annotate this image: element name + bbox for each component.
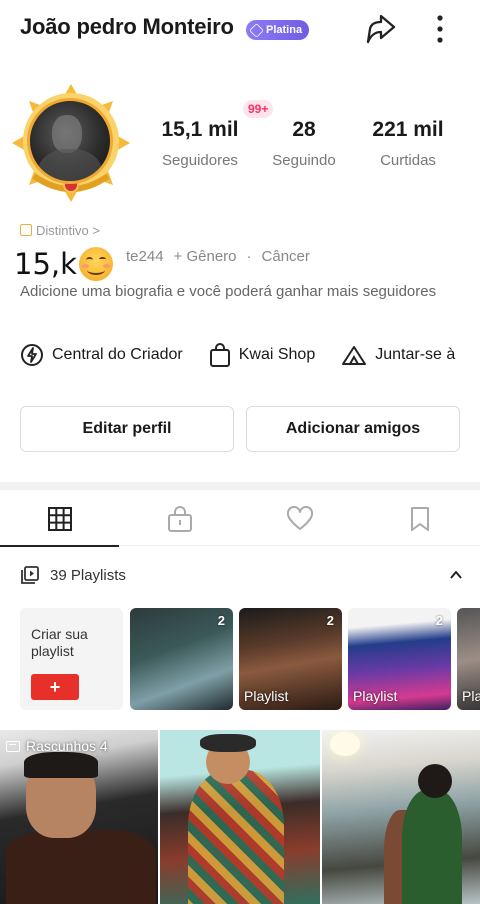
stat-followers[interactable]: 15,1 mil Seguidores — [152, 118, 248, 169]
distintivo-label: Distintivo > — [36, 222, 100, 238]
shortcut-label: Central do Criador — [52, 346, 183, 363]
stat-value: 28 — [292, 118, 316, 141]
stat-likes[interactable]: 221 mil Curtidas — [362, 118, 454, 169]
video-thumbnail-drafts[interactable] — [0, 730, 158, 904]
shortcut-join[interactable]: Juntar-se à — [341, 340, 455, 370]
tag-zodiac: Câncer — [261, 248, 310, 265]
tab-liked[interactable] — [240, 492, 360, 546]
drafts-icon — [6, 740, 20, 752]
chevron-up-icon[interactable] — [448, 567, 464, 583]
shortcut-bar: Central do Criador Kwai Shop Juntar-se à — [20, 340, 480, 370]
avatar[interactable] — [12, 84, 130, 202]
shopping-bag-icon — [209, 343, 230, 367]
playlist-card[interactable]: 2 — [130, 608, 233, 710]
gem-icon — [249, 22, 264, 38]
badge-icon — [20, 224, 32, 236]
lightning-circle-icon — [21, 344, 43, 366]
tag-id: te244 — [126, 248, 164, 265]
create-playlist-button[interactable]: + — [31, 674, 79, 700]
distintivo-link[interactable]: Distintivo > — [20, 222, 100, 238]
playlist-count: 2 — [217, 613, 225, 628]
drafts-label[interactable]: Rascunhos 4 — [6, 738, 108, 754]
stat-following[interactable]: 28 Seguindo — [262, 118, 346, 169]
stat-value: 15,1 mil — [161, 118, 239, 141]
lock-icon — [168, 506, 192, 532]
shortcut-label: Juntar-se à — [375, 346, 456, 363]
heart-icon — [286, 506, 314, 530]
bookmark-icon — [411, 507, 429, 531]
tab-saved[interactable] — [360, 492, 480, 546]
overlay-follower-count: 15,k — [14, 247, 113, 281]
tag-gender[interactable]: + Gênero — [174, 248, 237, 265]
platinum-badge[interactable]: Platina — [246, 20, 310, 40]
share-button[interactable] — [362, 12, 398, 48]
playlist-card[interactable]: 2 Playlist — [348, 608, 451, 710]
more-options-button[interactable] — [428, 12, 452, 48]
stat-label: Curtidas — [380, 152, 436, 169]
shortcut-kwai-shop[interactable]: Kwai Shop — [209, 340, 316, 370]
overlay-count-text: 15,k — [14, 247, 77, 281]
playlist-icon — [21, 566, 39, 584]
smiling-face-icon — [78, 247, 113, 281]
stat-label: Seguidores — [162, 152, 238, 169]
shortcut-creator-center[interactable]: Central do Criador — [20, 340, 183, 370]
section-divider — [0, 482, 480, 490]
playlist-count: 2 — [326, 613, 334, 628]
tag-separator: · — [246, 248, 252, 265]
shortcut-label: Kwai Shop — [238, 346, 316, 363]
profile-tags: te244 + Gênero · Câncer — [126, 248, 310, 265]
video-thumbnail[interactable] — [322, 730, 480, 904]
create-playlist-label: Criar sua playlist — [31, 626, 88, 659]
more-vertical-icon — [437, 15, 443, 43]
bio-text[interactable]: Adicione uma biografia e você poderá gan… — [20, 282, 440, 301]
playlist-label: Playlist — [353, 688, 398, 704]
tab-grid[interactable] — [0, 492, 120, 547]
playlist-card[interactable]: Pla — [457, 608, 480, 710]
playlists-header[interactable]: 39 Playlists — [20, 562, 464, 588]
tent-icon — [342, 346, 367, 365]
content-tab-bar — [0, 492, 480, 547]
video-thumbnail[interactable] — [160, 730, 320, 904]
stat-label: Seguindo — [272, 152, 336, 169]
edit-profile-button[interactable]: Editar perfil — [20, 406, 234, 452]
add-friends-button[interactable]: Adicionar amigos — [246, 406, 460, 452]
playlist-card[interactable]: 2 Playlist — [239, 608, 342, 710]
platinum-badge-label: Platina — [266, 24, 303, 36]
grid-icon — [48, 507, 72, 531]
avatar-photo — [27, 98, 113, 184]
playlist-label: Pla — [462, 688, 480, 704]
playlist-label: Playlist — [244, 688, 289, 704]
stat-value: 221 mil — [372, 118, 444, 141]
share-arrow-icon — [366, 14, 396, 44]
tab-private[interactable] — [120, 492, 240, 546]
drafts-text: Rascunhos 4 — [26, 738, 108, 754]
notification-badge: 99+ — [243, 100, 274, 118]
create-playlist-card[interactable]: Criar sua playlist + — [20, 608, 123, 710]
profile-name: João pedro Monteiro — [20, 14, 234, 39]
playlists-count: 39 Playlists — [50, 566, 126, 584]
playlist-count: 2 — [435, 613, 443, 628]
